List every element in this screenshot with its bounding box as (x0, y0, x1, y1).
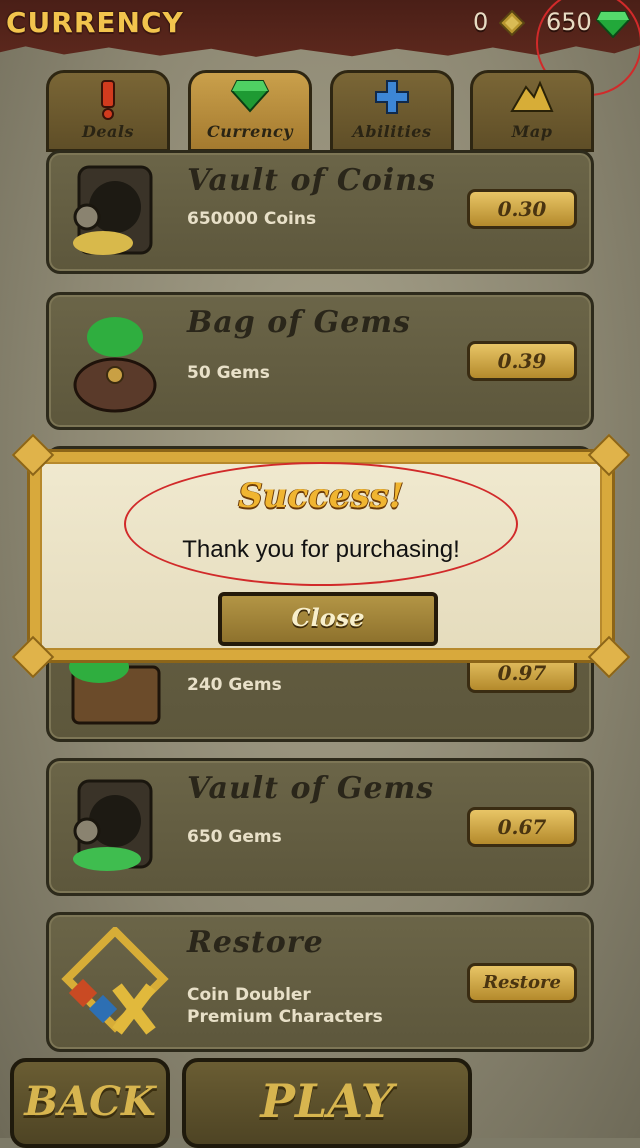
gem-icon (230, 80, 270, 113)
page-title: CURRENCY (6, 6, 184, 39)
gem-bag-icon (73, 317, 157, 413)
back-button-label: BACK (24, 1078, 156, 1125)
item-title: Vault of Gems (187, 771, 435, 806)
tab-currency-label: Currency (206, 122, 294, 141)
buy-button-vault-of-coins[interactable]: 0.30 (467, 189, 577, 229)
tab-abilities-label: Abilities (352, 122, 432, 141)
tab-map-label: Map (511, 122, 553, 141)
restore-icon (61, 927, 169, 1035)
restore-button[interactable]: Restore (467, 963, 577, 1003)
item-title: Restore (187, 925, 324, 960)
item-subtitle-2: Premium Characters (187, 1007, 383, 1027)
coin-icon (499, 10, 525, 36)
annotation-ellipse-message (124, 462, 518, 586)
list-item-bag-of-gems: Bag of Gems 50 Gems 0.39 (46, 292, 594, 430)
gem-vault-icon (73, 779, 153, 871)
item-title: Vault of Coins (187, 163, 436, 198)
item-subtitle: 240 Gems (187, 675, 282, 695)
plus-icon (375, 80, 409, 114)
coin-vault-icon (73, 165, 153, 255)
list-item-vault-of-gems: Vault of Gems 650 Gems 0.67 (46, 758, 594, 896)
tab-map[interactable]: Map (470, 70, 594, 152)
play-button-label: PLAY (260, 1074, 394, 1128)
mountain-icon (510, 80, 554, 112)
play-button[interactable]: PLAY (182, 1058, 472, 1148)
list-item-vault-of-coins: Vault of Coins 650000 Coins 0.30 (46, 150, 594, 274)
close-button[interactable]: Close (218, 592, 438, 646)
tab-currency[interactable]: Currency (188, 70, 312, 152)
tab-deals-label: Deals (81, 122, 134, 141)
buy-button-vault-of-gems[interactable]: 0.67 (467, 807, 577, 847)
back-button[interactable]: BACK (10, 1058, 170, 1148)
coin-balance: 0 (473, 8, 489, 36)
item-subtitle: 50 Gems (187, 363, 270, 383)
buy-button-bag-of-gems[interactable]: 0.39 (467, 341, 577, 381)
tab-deals[interactable]: Deals (46, 70, 170, 152)
tab-abilities[interactable]: Abilities (330, 70, 454, 152)
exclamation-icon (101, 80, 115, 120)
item-subtitle: Coin Doubler (187, 985, 311, 1005)
item-subtitle: 650000 Coins (187, 209, 317, 229)
item-title: Bag of Gems (187, 305, 411, 340)
list-item-restore: Restore Coin Doubler Premium Characters … (46, 912, 594, 1052)
item-subtitle: 650 Gems (187, 827, 282, 847)
